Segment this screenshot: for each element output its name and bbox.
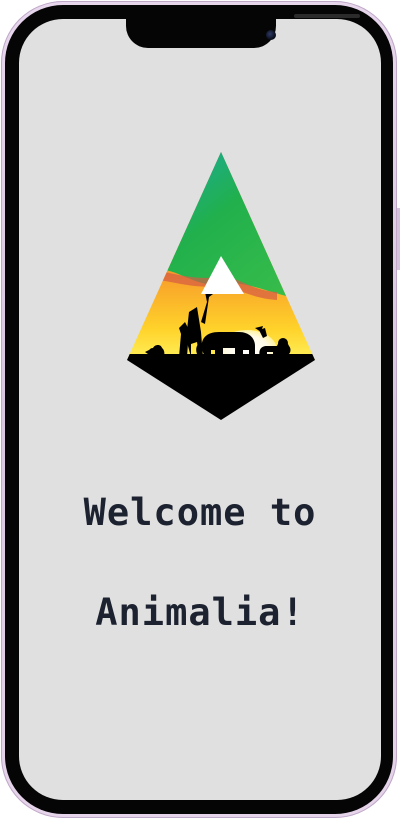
welcome-line-1: Welcome to (83, 491, 317, 534)
notch (126, 8, 360, 48)
phone-device: Welcome to Animalia! (0, 0, 400, 821)
speaker-grille (294, 14, 360, 18)
front-camera-icon (266, 30, 276, 40)
welcome-line-2: Animalia! (95, 591, 305, 634)
welcome-heading: Welcome to Animalia! (19, 438, 381, 688)
app-screen: Welcome to Animalia! (19, 19, 381, 800)
animalia-logo-icon (127, 152, 315, 420)
